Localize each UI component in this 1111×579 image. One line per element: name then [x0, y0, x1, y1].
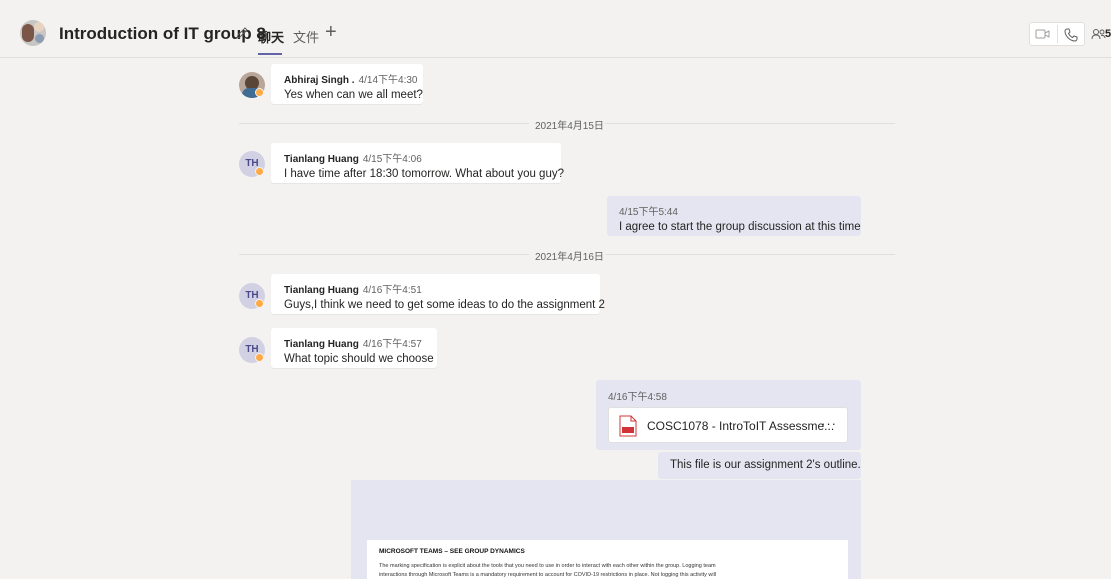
tab-chat[interactable]: 聊天 [258, 27, 284, 46]
pencil-icon[interactable] [235, 26, 249, 40]
message-time: 4/16下午4:57 [362, 339, 422, 350]
away-status-icon [255, 353, 264, 362]
message-author: Tianlang Huang [284, 285, 359, 296]
date-divider: 2021年4月16日 [535, 252, 604, 263]
file-name[interactable]: COSC1078 - IntroToIT Assessme... [647, 419, 834, 433]
video-call-icon[interactable] [1035, 28, 1051, 40]
tab-files[interactable]: 文件 [293, 27, 319, 46]
message-bubble[interactable]: Tianlang Huang 4/16下午4:57 What topic shou… [271, 328, 437, 368]
pdf-file-icon [619, 415, 637, 437]
message-author: Tianlang Huang [284, 339, 359, 350]
date-divider: 2021年4月15日 [535, 121, 604, 132]
add-tab-button[interactable]: + [325, 22, 337, 42]
message-bubble[interactable]: Abhiraj Singh . 4/14下午4:30 Yes when can w… [271, 64, 423, 104]
phone-call-icon[interactable] [1063, 27, 1079, 43]
chat-header: Introduction of IT group 8 聊天 文件 + 5 [0, 0, 1111, 58]
file-attachment[interactable]: COSC1078 - IntroToIT Assessme... ··· [608, 407, 848, 443]
message-time: 4/14下午4:30 [358, 75, 418, 86]
date-divider-line [605, 254, 895, 255]
group-avatar[interactable] [20, 20, 46, 46]
message-text: I agree to start the group discussion at… [619, 221, 861, 233]
message-text: What topic should we choose [284, 353, 434, 365]
message-text: I have time after 18:30 tomorrow. What a… [284, 168, 564, 180]
message-text: This file is our assignment 2's outline. [670, 459, 861, 471]
date-divider-line [605, 123, 895, 124]
date-divider-line [239, 123, 529, 124]
document-preview[interactable]: MICROSOFT TEAMS – SEE GROUP DYNAMICS The… [351, 480, 861, 579]
date-divider-line [239, 254, 529, 255]
preview-text-line: interactions through Microsoft Teams is … [379, 571, 717, 578]
call-buttons [1029, 22, 1085, 46]
preview-heading: MICROSOFT TEAMS – SEE GROUP DYNAMICS [379, 548, 525, 555]
message-time: 4/16下午4:51 [362, 285, 422, 296]
participant-count[interactable]: 5 [1105, 28, 1111, 40]
active-tab-indicator [258, 53, 282, 55]
more-options-icon[interactable]: ··· [821, 416, 837, 431]
message-bubble[interactable]: Tianlang Huang 4/15下午4:06 I have time aft… [271, 143, 564, 183]
away-status-icon [255, 167, 264, 176]
preview-page: MICROSOFT TEAMS – SEE GROUP DYNAMICS The… [367, 540, 848, 579]
message-text: Yes when can we all meet? [284, 89, 423, 101]
my-message-bubble[interactable]: This file is our assignment 2's outline. [658, 452, 861, 479]
away-status-icon [255, 299, 264, 308]
message-author: Abhiraj Singh . [284, 75, 355, 86]
message-bubble[interactable]: Tianlang Huang 4/16下午4:51 Guys,I think we… [271, 274, 605, 314]
message-text: Guys,I think we need to get some ideas t… [284, 299, 605, 311]
preview-text-line: The marking specification is explicit ab… [379, 563, 716, 569]
my-message-bubble[interactable]: 4/15下午5:44 I agree to start the group di… [607, 196, 861, 236]
message-time: 4/16下午4:58 [608, 392, 667, 403]
message-time: 4/15下午5:44 [619, 207, 678, 218]
message-time: 4/15下午4:06 [362, 154, 422, 165]
message-author: Tianlang Huang [284, 154, 359, 165]
away-status-icon [255, 88, 264, 97]
